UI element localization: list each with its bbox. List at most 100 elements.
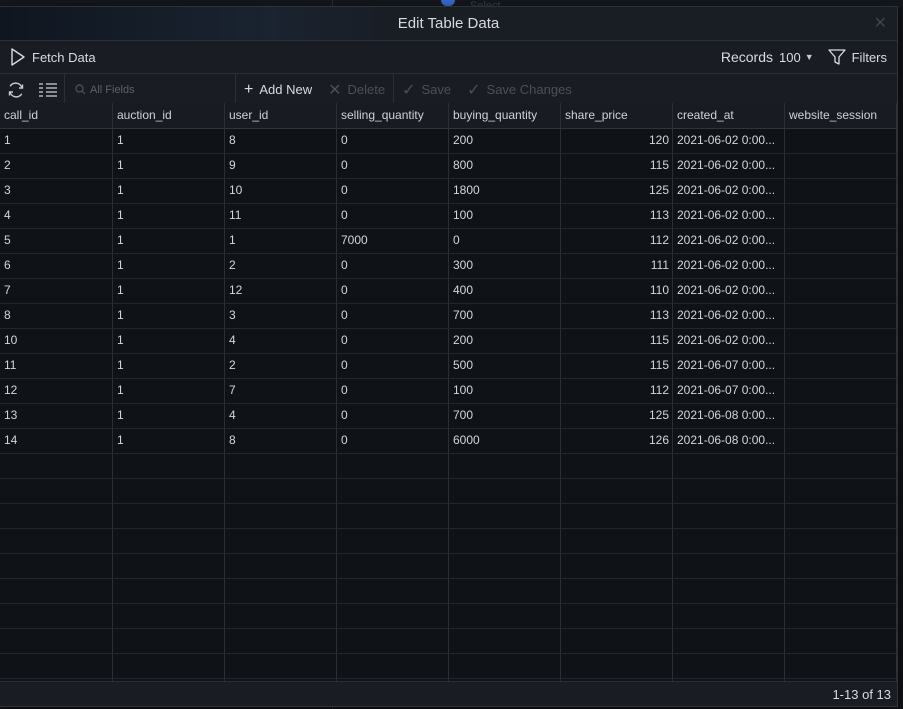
column-header[interactable]: share_price <box>561 103 673 128</box>
table-cell[interactable]: 100 <box>449 379 561 403</box>
table-cell[interactable]: 200 <box>449 329 561 353</box>
table-cell[interactable]: 0 <box>337 179 449 203</box>
table-cell[interactable]: 2021-06-07 0:00... <box>673 354 785 378</box>
table-cell[interactable] <box>785 229 897 253</box>
columns-button[interactable] <box>32 74 64 105</box>
table-cell[interactable]: 2021-06-07 0:00... <box>673 379 785 403</box>
table-cell[interactable]: 4 <box>225 329 337 353</box>
table-cell[interactable]: 11 <box>0 354 113 378</box>
table-cell[interactable]: 100 <box>449 204 561 228</box>
table-cell[interactable]: 0 <box>337 354 449 378</box>
table-cell[interactable]: 0 <box>337 304 449 328</box>
table-cell[interactable]: 2021-06-02 0:00... <box>673 154 785 178</box>
dialog-titlebar[interactable]: Edit Table Data ✕ <box>0 7 897 41</box>
table-row[interactable]: 14 1 8 0 6000 126 2021-06-08 0:00... <box>0 429 897 454</box>
table-cell[interactable]: 400 <box>449 279 561 303</box>
table-cell[interactable]: 800 <box>449 154 561 178</box>
table-cell[interactable]: 2021-06-02 0:00... <box>673 279 785 303</box>
table-cell[interactable]: 111 <box>561 254 673 278</box>
table-cell[interactable]: 1 <box>113 179 225 203</box>
table-cell[interactable]: 3 <box>225 304 337 328</box>
column-header[interactable]: auction_id <box>113 103 225 128</box>
table-cell[interactable]: 2021-06-02 0:00... <box>673 229 785 253</box>
table-cell[interactable]: 2021-06-02 0:00... <box>673 204 785 228</box>
table-cell[interactable] <box>785 354 897 378</box>
table-cell[interactable]: 6000 <box>449 429 561 453</box>
table-cell[interactable] <box>785 179 897 203</box>
table-cell[interactable]: 11 <box>225 204 337 228</box>
table-row[interactable]: 7 1 12 0 400 110 2021-06-02 0:00... <box>0 279 897 304</box>
table-cell[interactable]: 0 <box>337 204 449 228</box>
table-cell[interactable]: 1 <box>113 329 225 353</box>
table-cell[interactable]: 0 <box>337 429 449 453</box>
table-cell[interactable]: 8 <box>225 429 337 453</box>
table-cell[interactable] <box>785 204 897 228</box>
table-cell[interactable]: 113 <box>561 304 673 328</box>
table-cell[interactable]: 2021-06-02 0:00... <box>673 329 785 353</box>
table-cell[interactable]: 2021-06-02 0:00... <box>673 304 785 328</box>
table-row[interactable]: 3 1 10 0 1800 125 2021-06-02 0:00... <box>0 179 897 204</box>
table-cell[interactable] <box>785 154 897 178</box>
column-header[interactable]: buying_quantity <box>449 103 561 128</box>
table-cell[interactable]: 13 <box>0 404 113 428</box>
table-cell[interactable]: 1 <box>113 279 225 303</box>
table-cell[interactable] <box>785 279 897 303</box>
data-grid[interactable]: call_id auction_id user_id selling_quant… <box>0 103 897 682</box>
table-row[interactable]: 4 1 11 0 100 113 2021-06-02 0:00... <box>0 204 897 229</box>
table-cell[interactable] <box>785 304 897 328</box>
table-cell[interactable]: 1 <box>113 254 225 278</box>
table-cell[interactable]: 2021-06-02 0:00... <box>673 179 785 203</box>
table-cell[interactable]: 7 <box>225 379 337 403</box>
table-row[interactable]: 10 1 4 0 200 115 2021-06-02 0:00... <box>0 329 897 354</box>
table-cell[interactable]: 12 <box>0 379 113 403</box>
table-cell[interactable]: 4 <box>225 404 337 428</box>
table-cell[interactable]: 115 <box>561 354 673 378</box>
table-cell[interactable]: 0 <box>337 404 449 428</box>
table-cell[interactable]: 7000 <box>337 229 449 253</box>
search-input[interactable]: All Fields <box>65 74 235 105</box>
table-cell[interactable] <box>785 404 897 428</box>
table-cell[interactable]: 1 <box>113 404 225 428</box>
table-cell[interactable]: 1 <box>113 304 225 328</box>
table-cell[interactable]: 115 <box>561 329 673 353</box>
table-cell[interactable]: 1 <box>113 129 225 153</box>
table-cell[interactable]: 6 <box>0 254 113 278</box>
table-cell[interactable]: 500 <box>449 354 561 378</box>
table-cell[interactable] <box>785 129 897 153</box>
table-cell[interactable]: 9 <box>225 154 337 178</box>
table-cell[interactable]: 2 <box>0 154 113 178</box>
column-header[interactable]: user_id <box>225 103 337 128</box>
save-button[interactable]: ✓ Save <box>394 74 459 105</box>
table-cell[interactable]: 200 <box>449 129 561 153</box>
table-row[interactable]: 11 1 2 0 500 115 2021-06-07 0:00... <box>0 354 897 379</box>
table-cell[interactable]: 1 <box>225 229 337 253</box>
table-cell[interactable]: 7 <box>0 279 113 303</box>
table-cell[interactable]: 1 <box>113 154 225 178</box>
table-row[interactable]: 8 1 3 0 700 113 2021-06-02 0:00... <box>0 304 897 329</box>
table-cell[interactable]: 2 <box>225 354 337 378</box>
table-cell[interactable]: 112 <box>561 379 673 403</box>
table-cell[interactable]: 1 <box>113 229 225 253</box>
table-cell[interactable]: 0 <box>449 229 561 253</box>
add-new-button[interactable]: + Add New <box>236 74 320 105</box>
table-cell[interactable]: 12 <box>225 279 337 303</box>
table-cell[interactable]: 0 <box>337 254 449 278</box>
table-cell[interactable]: 1800 <box>449 179 561 203</box>
save-changes-button[interactable]: ✓ Save Changes <box>459 74 580 105</box>
table-cell[interactable]: 1 <box>0 129 113 153</box>
table-row[interactable]: 6 1 2 0 300 111 2021-06-02 0:00... <box>0 254 897 279</box>
table-cell[interactable]: 8 <box>0 304 113 328</box>
table-cell[interactable]: 700 <box>449 404 561 428</box>
table-cell[interactable]: 2021-06-08 0:00... <box>673 404 785 428</box>
table-cell[interactable]: 2 <box>225 254 337 278</box>
table-cell[interactable]: 2021-06-02 0:00... <box>673 129 785 153</box>
table-cell[interactable]: 1 <box>113 204 225 228</box>
table-row[interactable]: 2 1 9 0 800 115 2021-06-02 0:00... <box>0 154 897 179</box>
table-cell[interactable]: 112 <box>561 229 673 253</box>
fetch-data-button[interactable]: Fetch Data <box>10 48 96 66</box>
table-cell[interactable]: 3 <box>0 179 113 203</box>
table-cell[interactable]: 1 <box>113 354 225 378</box>
table-cell[interactable] <box>785 329 897 353</box>
table-cell[interactable]: 0 <box>337 129 449 153</box>
table-cell[interactable]: 1 <box>113 429 225 453</box>
